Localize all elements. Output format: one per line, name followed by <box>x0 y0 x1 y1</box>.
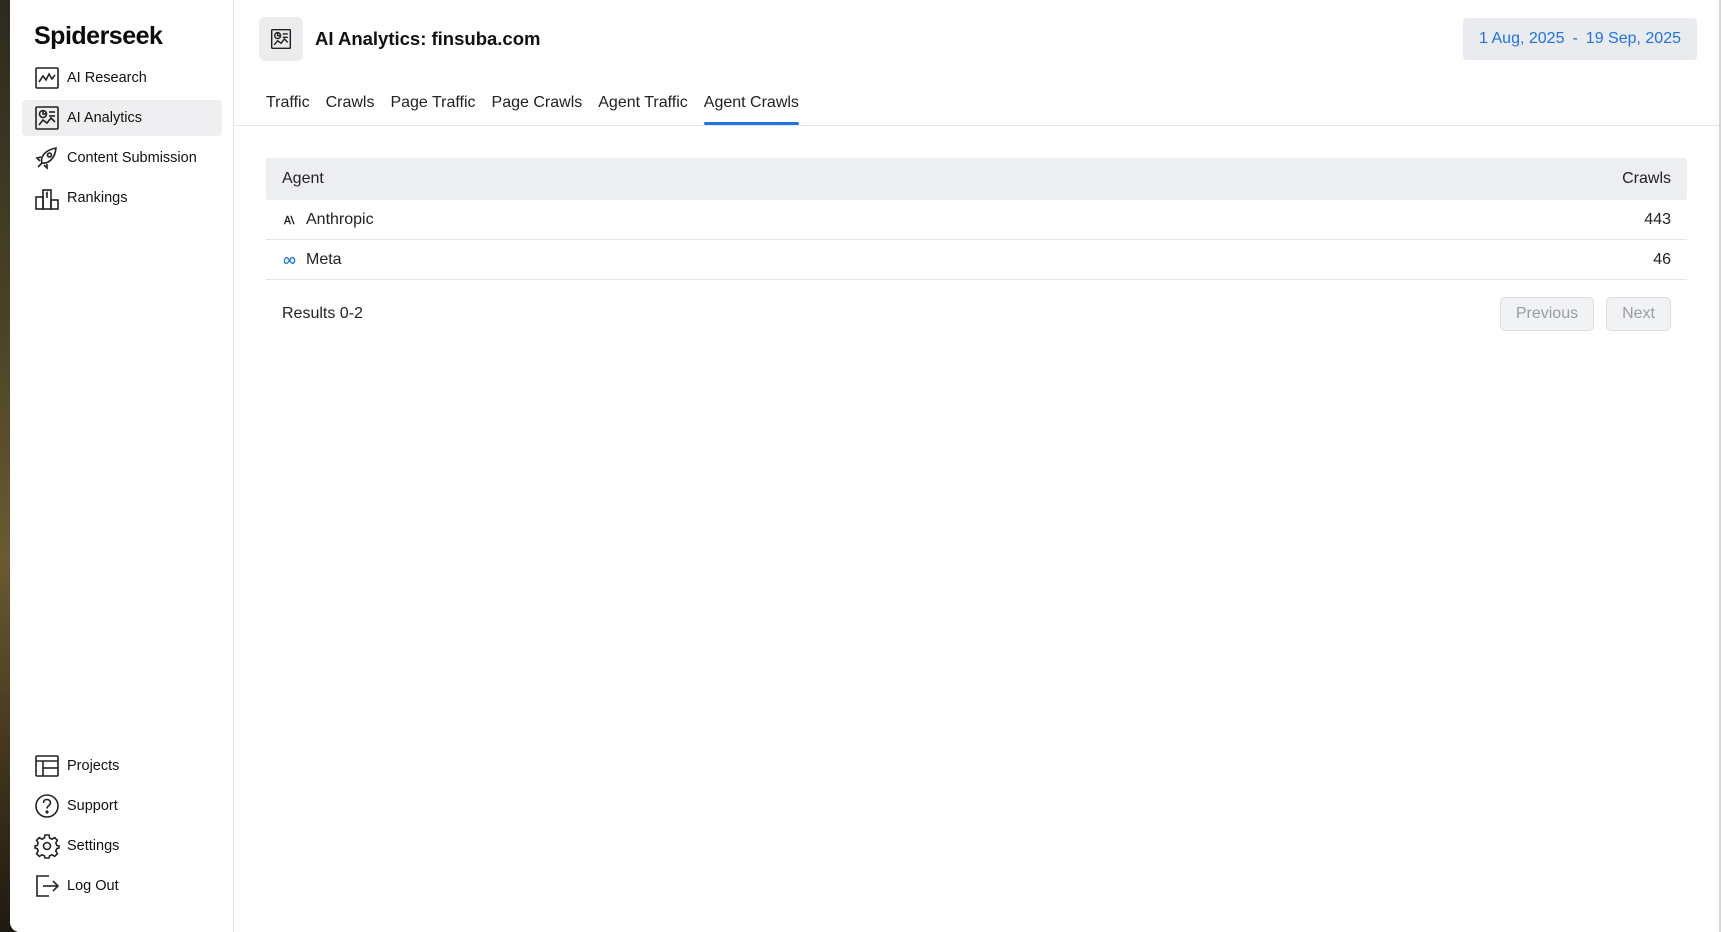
results-count: Results 0-2 <box>282 305 363 322</box>
logout-icon <box>34 873 67 899</box>
sidebar-item-label: Content Submission <box>67 150 197 166</box>
crawls-count: 46 <box>1653 250 1671 268</box>
table-row[interactable]: Meta 46 <box>266 240 1687 280</box>
rocket-icon <box>34 145 67 171</box>
analytics-icon <box>259 17 303 61</box>
next-button[interactable]: Next <box>1606 297 1671 331</box>
sidebar-nav-primary: AI Research AI Analytics Content Submiss… <box>22 60 222 220</box>
table-row[interactable]: Anthropic 443 <box>266 200 1687 240</box>
sidebar-item-label: AI Research <box>67 70 147 86</box>
sidebar-item-projects[interactable]: Projects <box>22 748 222 784</box>
column-header-agent[interactable]: Agent <box>282 170 324 188</box>
previous-button[interactable]: Previous <box>1499 297 1595 331</box>
sidebar-item-label: Support <box>67 798 118 814</box>
sidebar-nav-secondary: Projects Support Settings Log Out <box>22 748 222 908</box>
pagination: Previous Next <box>1488 297 1671 331</box>
tab-crawls[interactable]: Crawls <box>326 77 375 125</box>
sidebar-item-content-submission[interactable]: Content Submission <box>22 140 222 176</box>
column-header-crawls[interactable]: Crawls <box>1622 170 1671 188</box>
date-separator: - <box>1572 30 1578 47</box>
date-range-picker[interactable]: 1 Aug, 2025 - 19 Sep, 2025 <box>1463 18 1697 60</box>
sidebar-item-label: Projects <box>67 758 120 774</box>
agent-crawls-table: Agent Crawls Anthropic 443 Meta 46 Resul… <box>266 158 1687 348</box>
sidebar-item-support[interactable]: Support <box>22 788 222 824</box>
gear-icon <box>34 833 67 859</box>
table-header: Agent Crawls <box>266 158 1687 200</box>
main-content: AI Analytics: finsuba.com 1 Aug, 2025 - … <box>234 0 1721 932</box>
sidebar-item-label: Settings <box>67 838 120 854</box>
app-window: Spiderseek AI Research AI Analytics Cont… <box>10 0 1721 932</box>
tab-agent-traffic[interactable]: Agent Traffic <box>598 77 688 125</box>
sidebar-item-settings[interactable]: Settings <box>22 828 222 864</box>
podium-icon <box>34 185 67 211</box>
date-end: 19 Sep, 2025 <box>1585 30 1681 47</box>
crawls-count: 443 <box>1644 210 1671 228</box>
analytics-icon <box>34 105 67 131</box>
sidebar-item-label: Log Out <box>67 878 119 894</box>
agent-name: Meta <box>306 250 342 268</box>
sidebar-item-label: AI Analytics <box>67 110 142 126</box>
tab-page-traffic[interactable]: Page Traffic <box>390 77 475 125</box>
tab-traffic[interactable]: Traffic <box>266 77 310 125</box>
tab-agent-crawls[interactable]: Agent Crawls <box>703 77 800 125</box>
sidebar-item-label: Rankings <box>67 190 128 206</box>
page-title: AI Analytics: finsuba.com <box>315 28 541 49</box>
sidebar-item-ai-research[interactable]: AI Research <box>22 60 222 96</box>
agent-cell: Anthropic <box>282 211 374 229</box>
table-icon <box>34 753 67 779</box>
sidebar-item-log-out[interactable]: Log Out <box>22 868 222 904</box>
sidebar-item-rankings[interactable]: Rankings <box>22 180 222 216</box>
agent-cell: Meta <box>282 251 342 269</box>
tab-page-crawls[interactable]: Page Crawls <box>492 77 583 125</box>
date-start: 1 Aug, 2025 <box>1479 30 1565 47</box>
agent-name: Anthropic <box>306 210 374 228</box>
anthropic-logo-icon <box>282 213 296 227</box>
app-logo[interactable]: Spiderseek <box>34 22 163 51</box>
help-icon <box>34 793 67 819</box>
table-footer: Results 0-2 Previous Next <box>266 280 1687 348</box>
sidebar: Spiderseek AI Research AI Analytics Cont… <box>10 0 234 932</box>
chart-line-icon <box>34 65 67 91</box>
meta-logo-icon <box>282 253 296 267</box>
tab-bar: Traffic Crawls Page Traffic Page Crawls … <box>234 78 1721 126</box>
sidebar-item-ai-analytics[interactable]: AI Analytics <box>22 100 222 136</box>
